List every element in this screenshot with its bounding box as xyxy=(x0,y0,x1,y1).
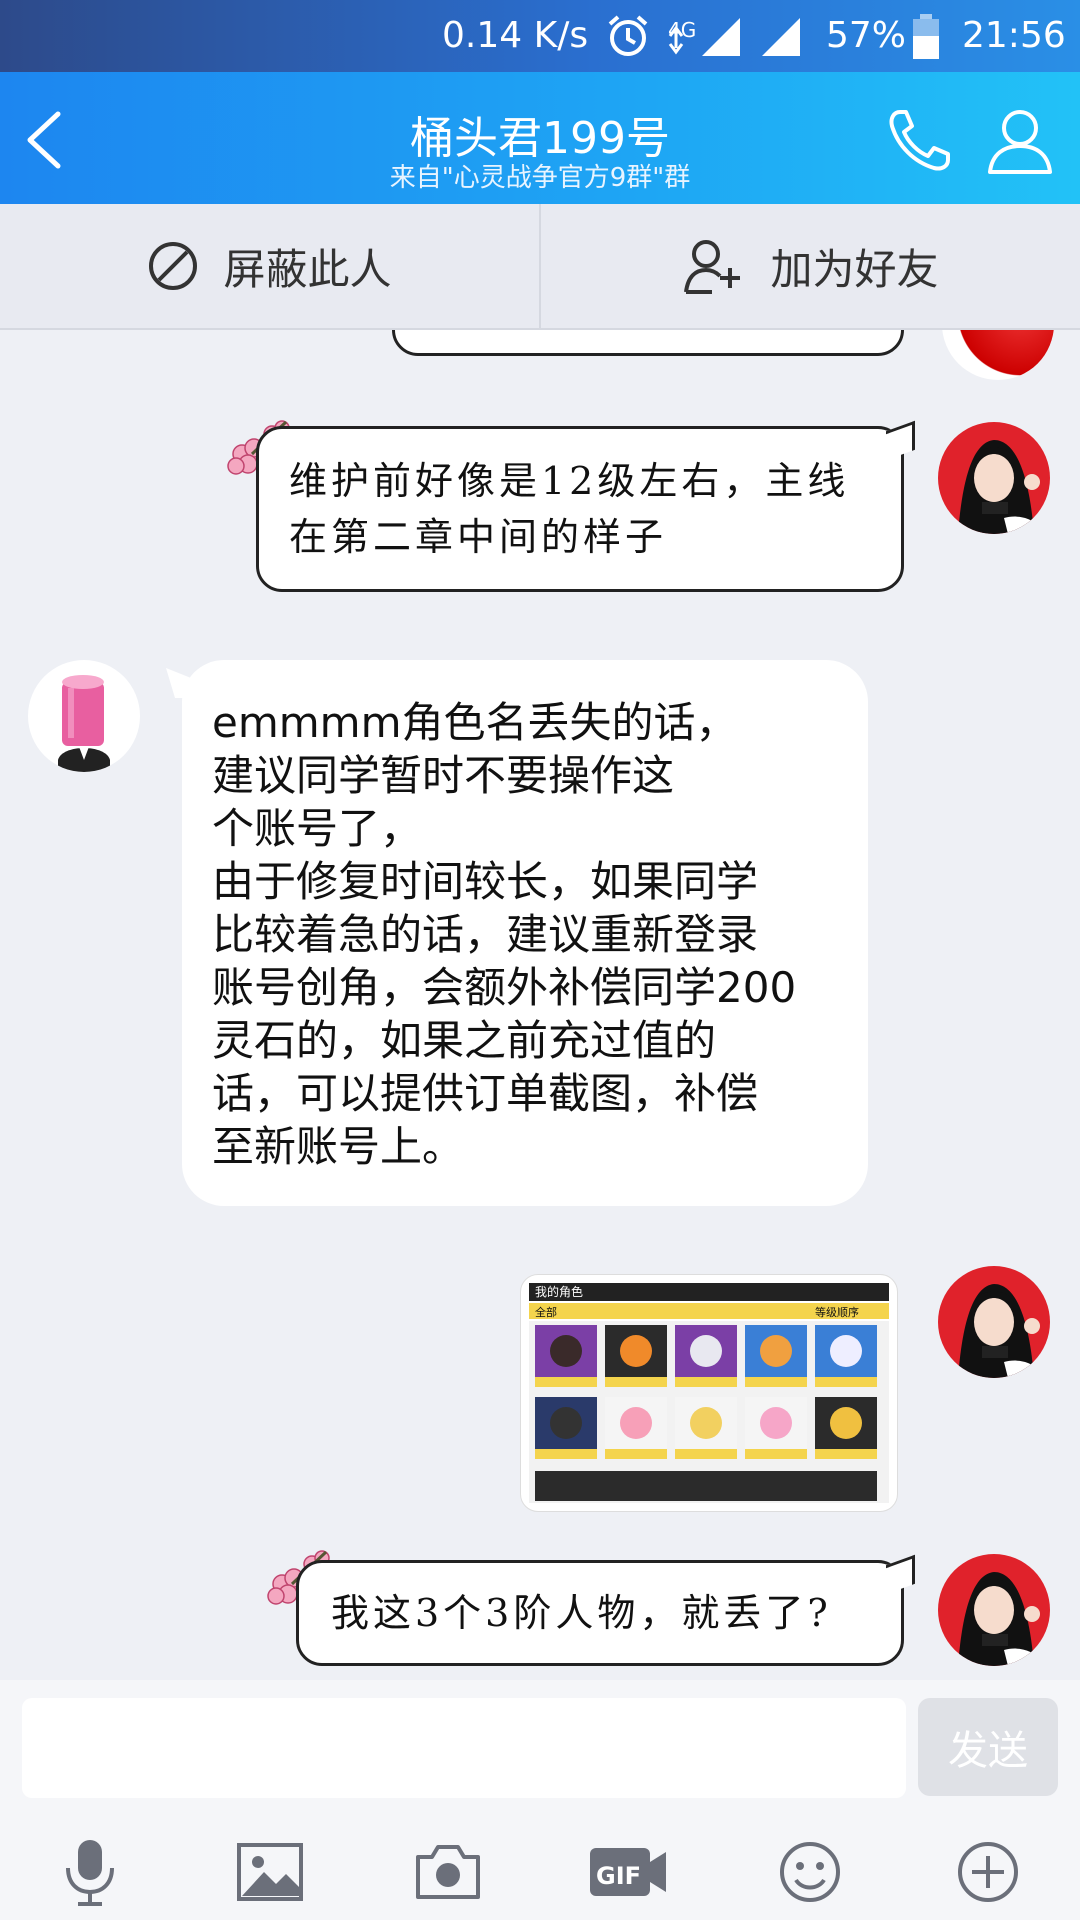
gif-icon[interactable]: GIF xyxy=(588,1832,668,1912)
svg-text:GIF: GIF xyxy=(596,1862,641,1890)
message-text-line: 话，可以提供订单截图，补偿 xyxy=(212,1069,759,1118)
status-bar: 0.14 K/s 4G 57% 21:56 xyxy=(0,0,1080,72)
emoji-icon[interactable] xyxy=(770,1832,850,1912)
avatar xyxy=(942,330,1054,380)
microphone-icon[interactable] xyxy=(50,1832,130,1912)
signal-icon xyxy=(758,16,802,71)
message-text-line: 至新账号上。 xyxy=(212,1122,465,1171)
input-bar: 发送 GIF xyxy=(0,1680,1080,1920)
block-icon xyxy=(147,240,199,292)
bubble-tail xyxy=(886,1554,915,1595)
plus-icon[interactable] xyxy=(948,1832,1028,1912)
clock: 21:56 xyxy=(962,15,1066,56)
camera-icon[interactable] xyxy=(408,1832,488,1912)
message-text-line: 比较着急的话，建议重新登录 xyxy=(212,910,759,959)
battery-icon xyxy=(912,14,940,71)
avatar[interactable] xyxy=(938,1266,1050,1378)
message-text-line: 在第二章中间的样子 xyxy=(289,515,668,559)
send-button[interactable]: 发送 xyxy=(918,1698,1058,1796)
signal-4g-icon xyxy=(668,16,742,71)
avatar[interactable] xyxy=(28,660,140,772)
message-text-line: 灵石的，如果之前充过值的 xyxy=(212,1016,717,1065)
battery-percent: 57% xyxy=(826,15,907,56)
stranger-action-bar: 屏蔽此人 加为好友 xyxy=(0,204,1080,330)
screenshot-tab-all: 全部 xyxy=(535,1306,557,1319)
message-text-line: 个账号了， xyxy=(212,804,423,853)
message-bubble[interactable]: 维护前好像是12级左右，主线 在第二章中间的样子 xyxy=(256,426,904,592)
message-text-line: 我这3个3阶人物，就丢了? xyxy=(331,1591,832,1635)
network-speed: 0.14 K/s xyxy=(442,15,589,56)
message-text-line: 由于修复时间较长，如果同学 xyxy=(212,857,759,906)
message-bubble-partial xyxy=(392,330,904,356)
message-text-line: emmmm角色名丢失的话， xyxy=(212,698,738,747)
message-text-line: 维护前好像是12级左右，主线 xyxy=(289,459,850,503)
screenshot-tab-bar: 全部 等级顺序 xyxy=(529,1303,889,1319)
screenshot-title: 我的角色 xyxy=(529,1283,889,1301)
message-input[interactable] xyxy=(22,1698,906,1798)
avatar[interactable] xyxy=(938,1554,1050,1666)
message-list[interactable]: 维护前好像是12级左右，主线 在第二章中间的样子 emmmm角色名丢失的话， 建… xyxy=(0,330,1080,1680)
profile-icon[interactable] xyxy=(984,104,1056,176)
character-grid-image xyxy=(529,1321,889,1503)
message-bubble[interactable]: emmmm角色名丢失的话， 建议同学暂时不要操作这 个账号了， 由于修复时间较长… xyxy=(182,660,868,1206)
phone-call-icon[interactable] xyxy=(884,106,954,176)
add-friend-icon xyxy=(682,238,746,294)
message-text-line: 建议同学暂时不要操作这 xyxy=(212,751,675,800)
image-icon[interactable] xyxy=(230,1832,310,1912)
add-friend-button[interactable]: 加为好友 xyxy=(541,204,1080,328)
block-user-button[interactable]: 屏蔽此人 xyxy=(0,204,539,328)
avatar[interactable] xyxy=(938,422,1050,534)
screenshot-sort: 等级顺序 xyxy=(815,1306,859,1319)
message-text-line: 账号创角，会额外补偿同学200 xyxy=(212,963,797,1012)
image-message[interactable]: 我的角色 全部 等级顺序 xyxy=(520,1274,898,1512)
bubble-tail xyxy=(886,420,915,461)
add-friend-label: 加为好友 xyxy=(770,244,939,294)
block-user-label: 屏蔽此人 xyxy=(223,244,392,294)
message-bubble[interactable]: 我这3个3阶人物，就丢了? xyxy=(296,1560,904,1666)
alarm-icon xyxy=(604,12,652,71)
chat-header: 桶头君199号 来自"心灵战争官方9群"群 xyxy=(0,72,1080,204)
